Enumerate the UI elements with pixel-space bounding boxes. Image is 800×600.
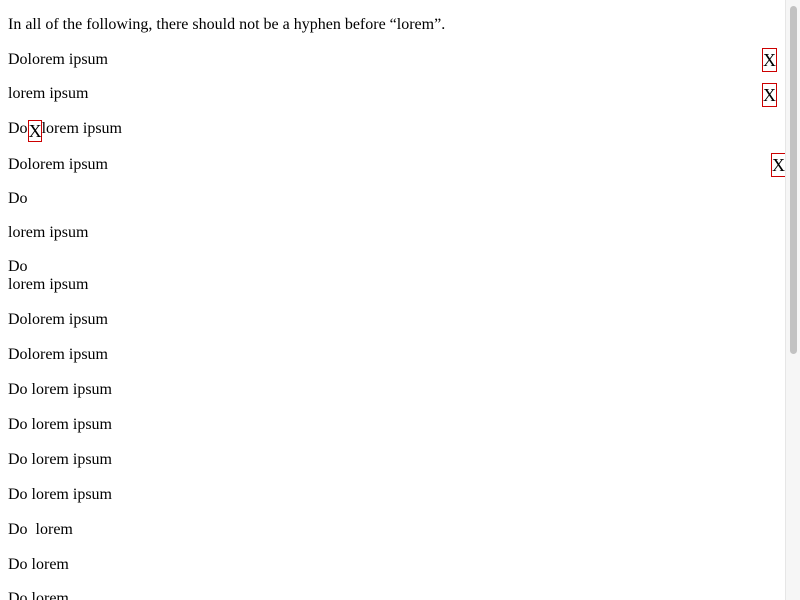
- scrollbar-thumb[interactable]: [790, 6, 797, 354]
- test-line-3: DoXlorem ipsum: [8, 120, 122, 142]
- test-line-1: Dolorem ipsum: [8, 51, 108, 68]
- document-body: In all of the following, there should no…: [8, 0, 786, 600]
- test-line-10: Do lorem ipsum: [8, 381, 112, 398]
- test-line-15: Do lorem: [8, 556, 69, 573]
- test-line-5: Do: [8, 190, 28, 207]
- test-line-12: Do lorem ipsum: [8, 451, 112, 468]
- test-line-7a: Do: [8, 258, 28, 275]
- test-line-3-suffix: lorem ipsum: [41, 120, 122, 137]
- marker-box-2: X: [762, 83, 777, 107]
- test-line-8: Dolorem ipsum: [8, 311, 108, 328]
- test-line-14: Do lorem: [8, 521, 73, 538]
- test-line-2: lorem ipsum: [8, 85, 89, 102]
- test-line-4: Dolorem ipsum: [8, 156, 108, 173]
- test-line-13: Do lorem ipsum: [8, 486, 112, 503]
- marker-box-1: X: [762, 48, 777, 72]
- test-line-11: Do lorem ipsum: [8, 416, 112, 433]
- intro-text: In all of the following, there should no…: [8, 16, 446, 33]
- vertical-scrollbar[interactable]: [785, 0, 800, 600]
- test-line-7b: lorem ipsum: [8, 276, 89, 293]
- test-line-6: lorem ipsum: [8, 224, 89, 241]
- test-line-16: Do lorem: [8, 590, 69, 600]
- marker-box-3: X: [27, 120, 42, 142]
- test-line-3-prefix: Do: [8, 120, 28, 137]
- marker-box-4: X: [771, 153, 786, 177]
- test-line-9: Dolorem ipsum: [8, 346, 108, 363]
